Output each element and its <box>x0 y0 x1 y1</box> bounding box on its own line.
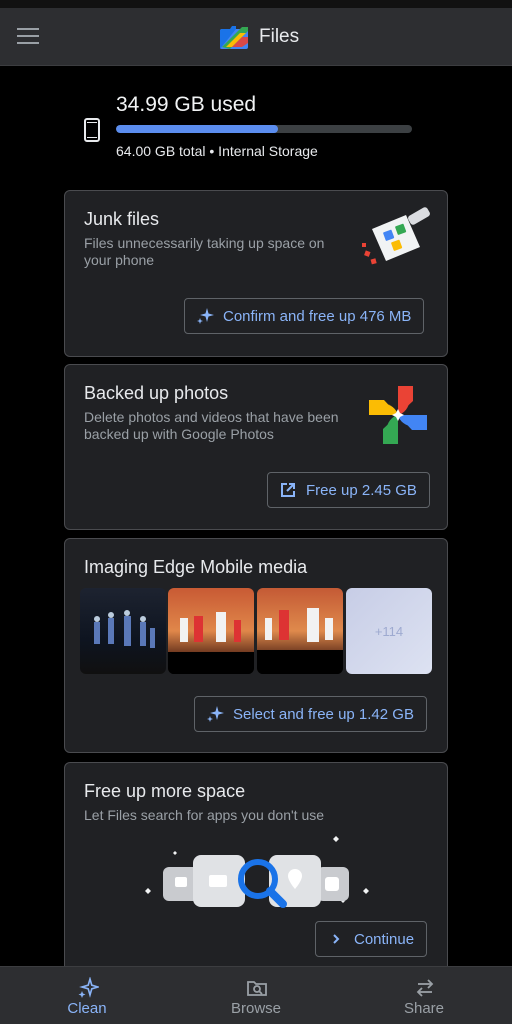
menu-icon[interactable] <box>17 28 39 46</box>
more-media-count: +114 <box>374 623 404 639</box>
app-title: Files <box>259 26 300 47</box>
sparkle-icon <box>205 704 225 724</box>
storage-progress-fill <box>116 125 278 133</box>
junk-files-description-line1: Files unnecessarily taking up space on <box>84 235 325 251</box>
nav-label-browse: Browse <box>230 1000 282 1017</box>
nav-item-share[interactable]: Share <box>364 967 484 1024</box>
free-up-photos-label: Free up 2.45 GB <box>306 481 417 499</box>
storage-used-label: 34.99 GB used <box>116 93 257 116</box>
free-up-more-space-card: Free up more space Let Files search for … <box>64 762 448 972</box>
media-thumbnail[interactable] <box>80 588 166 674</box>
backed-up-photos-description-line2: backed up with Google Photos <box>84 426 274 442</box>
backed-up-photos-title: Backed up photos <box>84 383 229 403</box>
nav-item-clean[interactable]: Clean <box>27 967 147 1024</box>
imaging-edge-media-card: Imaging Edge Mobile media +114 Select an… <box>64 538 448 753</box>
free-up-more-space-title: Free up more space <box>84 781 246 801</box>
chevron-right-icon <box>326 929 346 949</box>
swap-arrows-icon <box>416 979 434 997</box>
dustpan-icon <box>362 207 430 265</box>
media-thumbnails: +114 <box>80 588 433 674</box>
storage-progress-bar <box>116 125 412 133</box>
nav-label-clean: Clean <box>67 1000 107 1017</box>
free-up-more-space-description: Let Files search for apps you don't use <box>84 807 325 823</box>
browse-folder-icon <box>247 981 267 996</box>
storage-total-label: 64.00 GB total • Internal Storage <box>116 143 318 159</box>
free-up-photos-button[interactable]: Free up 2.45 GB <box>267 472 430 508</box>
sparkle-icon <box>195 306 215 326</box>
app-title-group: Files <box>218 21 299 53</box>
select-free-up-media-button[interactable]: Select and free up 1.42 GB <box>194 696 427 732</box>
google-photos-icon <box>369 386 427 444</box>
nav-label-share: Share <box>403 1000 445 1017</box>
open-external-icon <box>278 480 298 500</box>
confirm-free-up-junk-label: Confirm and free up 476 MB <box>223 307 412 325</box>
junk-files-description-line2: your phone <box>84 252 155 268</box>
app-bar: Files <box>0 8 512 66</box>
files-logo-icon <box>220 26 248 49</box>
confirm-free-up-junk-button[interactable]: Confirm and free up 476 MB <box>184 298 425 334</box>
backed-up-photos-card: Backed up photos Delete photos and video… <box>64 364 448 530</box>
imaging-edge-media-title: Imaging Edge Mobile media <box>84 557 308 577</box>
media-thumbnail[interactable] <box>168 588 254 674</box>
media-thumbnail[interactable] <box>257 588 343 674</box>
storage-summary[interactable]: 34.99 GB used 64.00 GB total • Internal … <box>0 66 512 176</box>
app-search-illustration <box>145 836 369 908</box>
continue-label: Continue <box>354 930 415 948</box>
sparkle-icon <box>78 977 99 998</box>
more-media-thumbnail[interactable]: +114 <box>346 588 432 674</box>
junk-files-card: Junk files Files unnecessarily taking up… <box>64 190 448 357</box>
continue-button[interactable]: Continue <box>315 921 428 957</box>
nav-item-browse[interactable]: Browse <box>196 967 316 1024</box>
status-bar <box>0 0 512 8</box>
select-free-up-media-label: Select and free up 1.42 GB <box>233 705 414 723</box>
phone-icon <box>84 118 100 142</box>
junk-files-title: Junk files <box>84 209 160 229</box>
backed-up-photos-description-line1: Delete photos and videos that have been <box>84 409 339 425</box>
bottom-navigation: Clean Browse Share <box>0 966 512 1024</box>
